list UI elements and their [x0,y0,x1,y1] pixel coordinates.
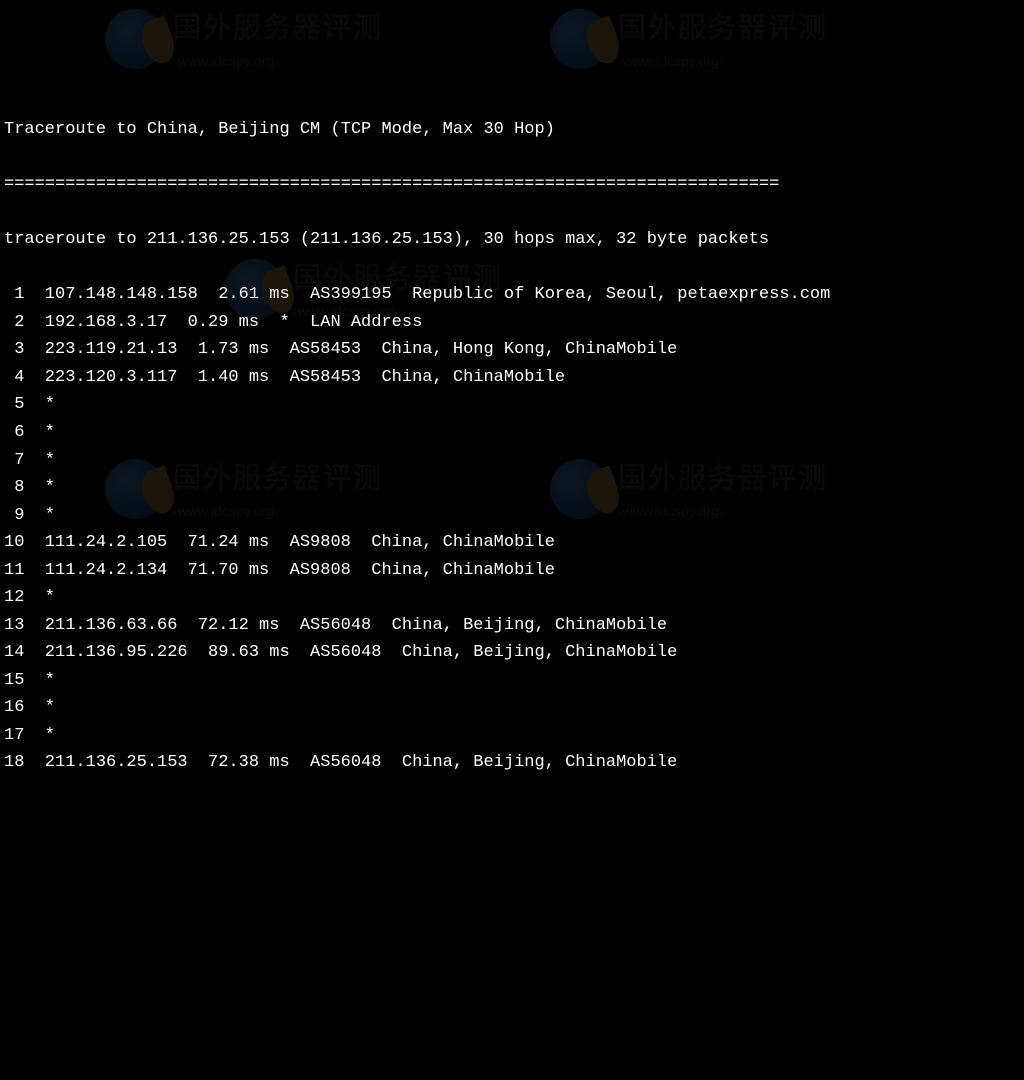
hop-row: 1 107.148.148.158 2.61 ms AS399195 Repub… [4,281,1020,309]
hops-list: 1 107.148.148.158 2.61 ms AS399195 Repub… [4,281,1020,777]
traceroute-summary: traceroute to 211.136.25.153 (211.136.25… [4,226,1020,254]
hop-row: 9 * [4,502,1020,530]
hop-row: 10 111.24.2.105 71.24 ms AS9808 China, C… [4,529,1020,557]
hop-row: 4 223.120.3.117 1.40 ms AS58453 China, C… [4,364,1020,392]
hop-row: 18 211.136.25.153 72.38 ms AS56048 China… [4,749,1020,777]
watermark-title: 国外服务器评测 [173,5,383,50]
hop-row: 15 * [4,667,1020,695]
watermark-globe-icon [105,9,165,69]
watermark-url: -www.idcspy.org- [173,50,383,73]
hop-row: 13 211.136.63.66 72.12 ms AS56048 China,… [4,612,1020,640]
hop-row: 11 111.24.2.134 71.70 ms AS9808 China, C… [4,557,1020,585]
separator: ========================================… [4,171,1020,199]
hop-row: 14 211.136.95.226 89.63 ms AS56048 China… [4,639,1020,667]
watermark: 国外服务器评测 -www.idcspy.org- [550,5,828,73]
hop-row: 8 * [4,474,1020,502]
hop-row: 16 * [4,694,1020,722]
hop-row: 5 * [4,391,1020,419]
hop-row: 3 223.119.21.13 1.73 ms AS58453 China, H… [4,336,1020,364]
hop-row: 6 * [4,419,1020,447]
traceroute-title: Traceroute to China, Beijing CM (TCP Mod… [4,116,1020,144]
hop-row: 2 192.168.3.17 0.29 ms * LAN Address [4,309,1020,337]
hop-row: 12 * [4,584,1020,612]
watermark: 国外服务器评测 -www.idcspy.org- [105,5,383,73]
watermark-url: -www.idcspy.org- [618,50,828,73]
watermark-globe-icon [550,9,610,69]
hop-row: 17 * [4,722,1020,750]
hop-row: 7 * [4,447,1020,475]
watermark-title: 国外服务器评测 [618,5,828,50]
